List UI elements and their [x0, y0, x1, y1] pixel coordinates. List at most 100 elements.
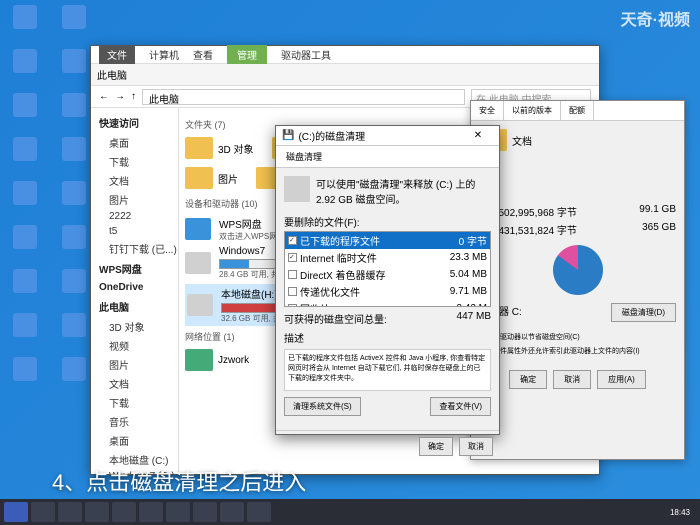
- taskbar-item[interactable]: [220, 502, 244, 522]
- tab-drivetools[interactable]: 驱动器工具: [281, 47, 331, 62]
- sidebar-docs2[interactable]: 文档: [95, 374, 174, 393]
- start-button[interactable]: [4, 502, 28, 522]
- desktop-icon[interactable]: [5, 269, 45, 309]
- drive-icon: 💾: [282, 130, 294, 141]
- taskbar-item[interactable]: [58, 502, 82, 522]
- cloud-icon: [185, 218, 211, 240]
- props-tab-quota[interactable]: 配额: [561, 101, 594, 120]
- props-docs: 文档: [479, 129, 676, 151]
- taskbar-clock[interactable]: 18:43: [664, 508, 696, 517]
- drive-label-row: 驱动器 C: 磁盘清理(D): [479, 303, 676, 322]
- address-input[interactable]: 此电脑: [142, 89, 465, 105]
- index-check[interactable]: 除了文件属性外还允许索引此驱动器上文件的内容(I): [479, 346, 676, 356]
- used-space: 106,502,995,968 字节99.1 GB: [479, 204, 676, 219]
- desktop-icon[interactable]: [54, 269, 94, 309]
- taskbar-item[interactable]: [193, 502, 217, 522]
- desktop-icon[interactable]: [54, 137, 94, 177]
- taskbar-item[interactable]: [31, 502, 55, 522]
- sidebar-thispc[interactable]: 此电脑: [95, 296, 174, 317]
- desktop-icon[interactable]: [54, 313, 94, 353]
- sidebar-quick[interactable]: 快速访问: [95, 112, 174, 133]
- total-row: 可获得的磁盘空间总量:447 MB: [284, 311, 491, 326]
- taskbar-item[interactable]: [247, 502, 271, 522]
- checkbox-icon[interactable]: [288, 304, 297, 307]
- desktop-icon[interactable]: [5, 181, 45, 221]
- sidebar-3d[interactable]: 3D 对象: [95, 317, 174, 336]
- up-icon[interactable]: ↑: [131, 91, 136, 102]
- pie-chart-icon: [553, 245, 603, 295]
- sidebar-desktop[interactable]: 桌面: [95, 133, 174, 152]
- folder-pictures[interactable]: 图片: [185, 167, 238, 189]
- cleanup-tab[interactable]: 磁盘清理: [276, 146, 499, 168]
- desktop-icon[interactable]: [5, 5, 45, 45]
- tab-file[interactable]: 文件: [99, 45, 135, 64]
- folder-3d[interactable]: 3D 对象: [185, 137, 254, 159]
- cancel-button[interactable]: 取消: [553, 370, 591, 389]
- clean-sys-button[interactable]: 清理系统文件(S): [284, 397, 361, 416]
- desktop-icon[interactable]: [54, 93, 94, 133]
- apply-button[interactable]: 应用(A): [597, 370, 646, 389]
- close-icon[interactable]: ✕: [463, 130, 493, 141]
- file-list[interactable]: 已下载的程序文件0 字节 Internet 临时文件23.3 MB Direct…: [284, 231, 491, 307]
- desktop-icons: [5, 5, 99, 397]
- watermark: 天奇·视频: [621, 6, 690, 30]
- cancel-button[interactable]: 取消: [459, 437, 493, 456]
- desktop-icon[interactable]: [5, 93, 45, 133]
- taskbar-item[interactable]: [112, 502, 136, 522]
- tab-computer[interactable]: 计算机: [149, 47, 179, 62]
- sidebar-desk2[interactable]: 桌面: [95, 431, 174, 450]
- props-tabs: 安全 以前的版本 配额: [471, 101, 684, 121]
- props-tab-prev[interactable]: 以前的版本: [504, 101, 561, 120]
- sidebar-2222[interactable]: 2222: [95, 209, 174, 224]
- desc-box: 已下载的程序文件包括 ActiveX 控件和 Java 小程序, 你查看特定网页…: [284, 349, 491, 391]
- file-item[interactable]: 传递优化文件9.71 MB: [285, 283, 490, 300]
- sidebar-pictures[interactable]: 图片: [95, 190, 174, 209]
- sidebar-downloads[interactable]: 下载: [95, 152, 174, 171]
- compress-check[interactable]: 压缩此驱动器以节省磁盘空间(C): [479, 332, 676, 342]
- desktop-icon[interactable]: [54, 357, 94, 397]
- desc-header: 描述: [284, 330, 491, 345]
- forward-icon[interactable]: →: [115, 91, 125, 102]
- file-item[interactable]: 回收站2.42 M: [285, 300, 490, 307]
- ok-button[interactable]: 确定: [509, 370, 547, 389]
- desktop-icon[interactable]: [5, 49, 45, 89]
- desktop-icon[interactable]: [54, 49, 94, 89]
- ok-button[interactable]: 确定: [419, 437, 453, 456]
- sidebar-dingding[interactable]: 钉钉下载 (已...): [95, 239, 174, 258]
- desktop-icon[interactable]: [54, 181, 94, 221]
- disk-cleanup-button[interactable]: 磁盘清理(D): [611, 303, 676, 322]
- sidebar-pics2[interactable]: 图片: [95, 355, 174, 374]
- tab-manage[interactable]: 管理: [227, 45, 267, 64]
- props-tab-security[interactable]: 安全: [471, 101, 504, 120]
- sidebar-documents[interactable]: 文档: [95, 171, 174, 190]
- sidebar-videos[interactable]: 视频: [95, 336, 174, 355]
- sidebar-music[interactable]: 音乐: [95, 412, 174, 431]
- sidebar-onedrive[interactable]: OneDrive: [95, 279, 174, 296]
- desktop-icon[interactable]: [54, 225, 94, 265]
- free-space: 392,431,531,824 字节365 GB: [479, 222, 676, 237]
- desktop-icon[interactable]: [5, 225, 45, 265]
- view-files-button[interactable]: 查看文件(V): [430, 397, 491, 416]
- desktop-icon[interactable]: [5, 313, 45, 353]
- checkbox-icon[interactable]: [288, 270, 297, 279]
- disk-cleanup-window: 💾 (C:)的磁盘清理 ✕ 磁盘清理 可以使用"磁盘清理"来释放 (C:) 上的…: [275, 125, 500, 435]
- checkbox-icon[interactable]: [288, 236, 297, 245]
- file-item[interactable]: Internet 临时文件23.3 MB: [285, 249, 490, 266]
- desktop-icon[interactable]: [5, 137, 45, 177]
- taskbar-item[interactable]: [139, 502, 163, 522]
- back-icon[interactable]: ←: [99, 91, 109, 102]
- taskbar-item[interactable]: [85, 502, 109, 522]
- folder-icon: [185, 167, 213, 189]
- sidebar-dl2[interactable]: 下载: [95, 393, 174, 412]
- file-item[interactable]: DirectX 着色器缓存5.04 MB: [285, 266, 490, 283]
- taskbar-item[interactable]: [166, 502, 190, 522]
- sidebar-wps[interactable]: WPS网盘: [95, 258, 174, 279]
- file-item[interactable]: 已下载的程序文件0 字节: [285, 232, 490, 249]
- desktop-icon[interactable]: [5, 357, 45, 397]
- checkbox-icon[interactable]: [288, 287, 297, 296]
- cleanup-title: (C:)的磁盘清理: [298, 128, 365, 143]
- checkbox-icon[interactable]: [288, 253, 297, 262]
- sidebar-t5[interactable]: t5: [95, 224, 174, 239]
- desktop-icon[interactable]: [54, 5, 94, 45]
- tab-view[interactable]: 查看: [193, 47, 213, 62]
